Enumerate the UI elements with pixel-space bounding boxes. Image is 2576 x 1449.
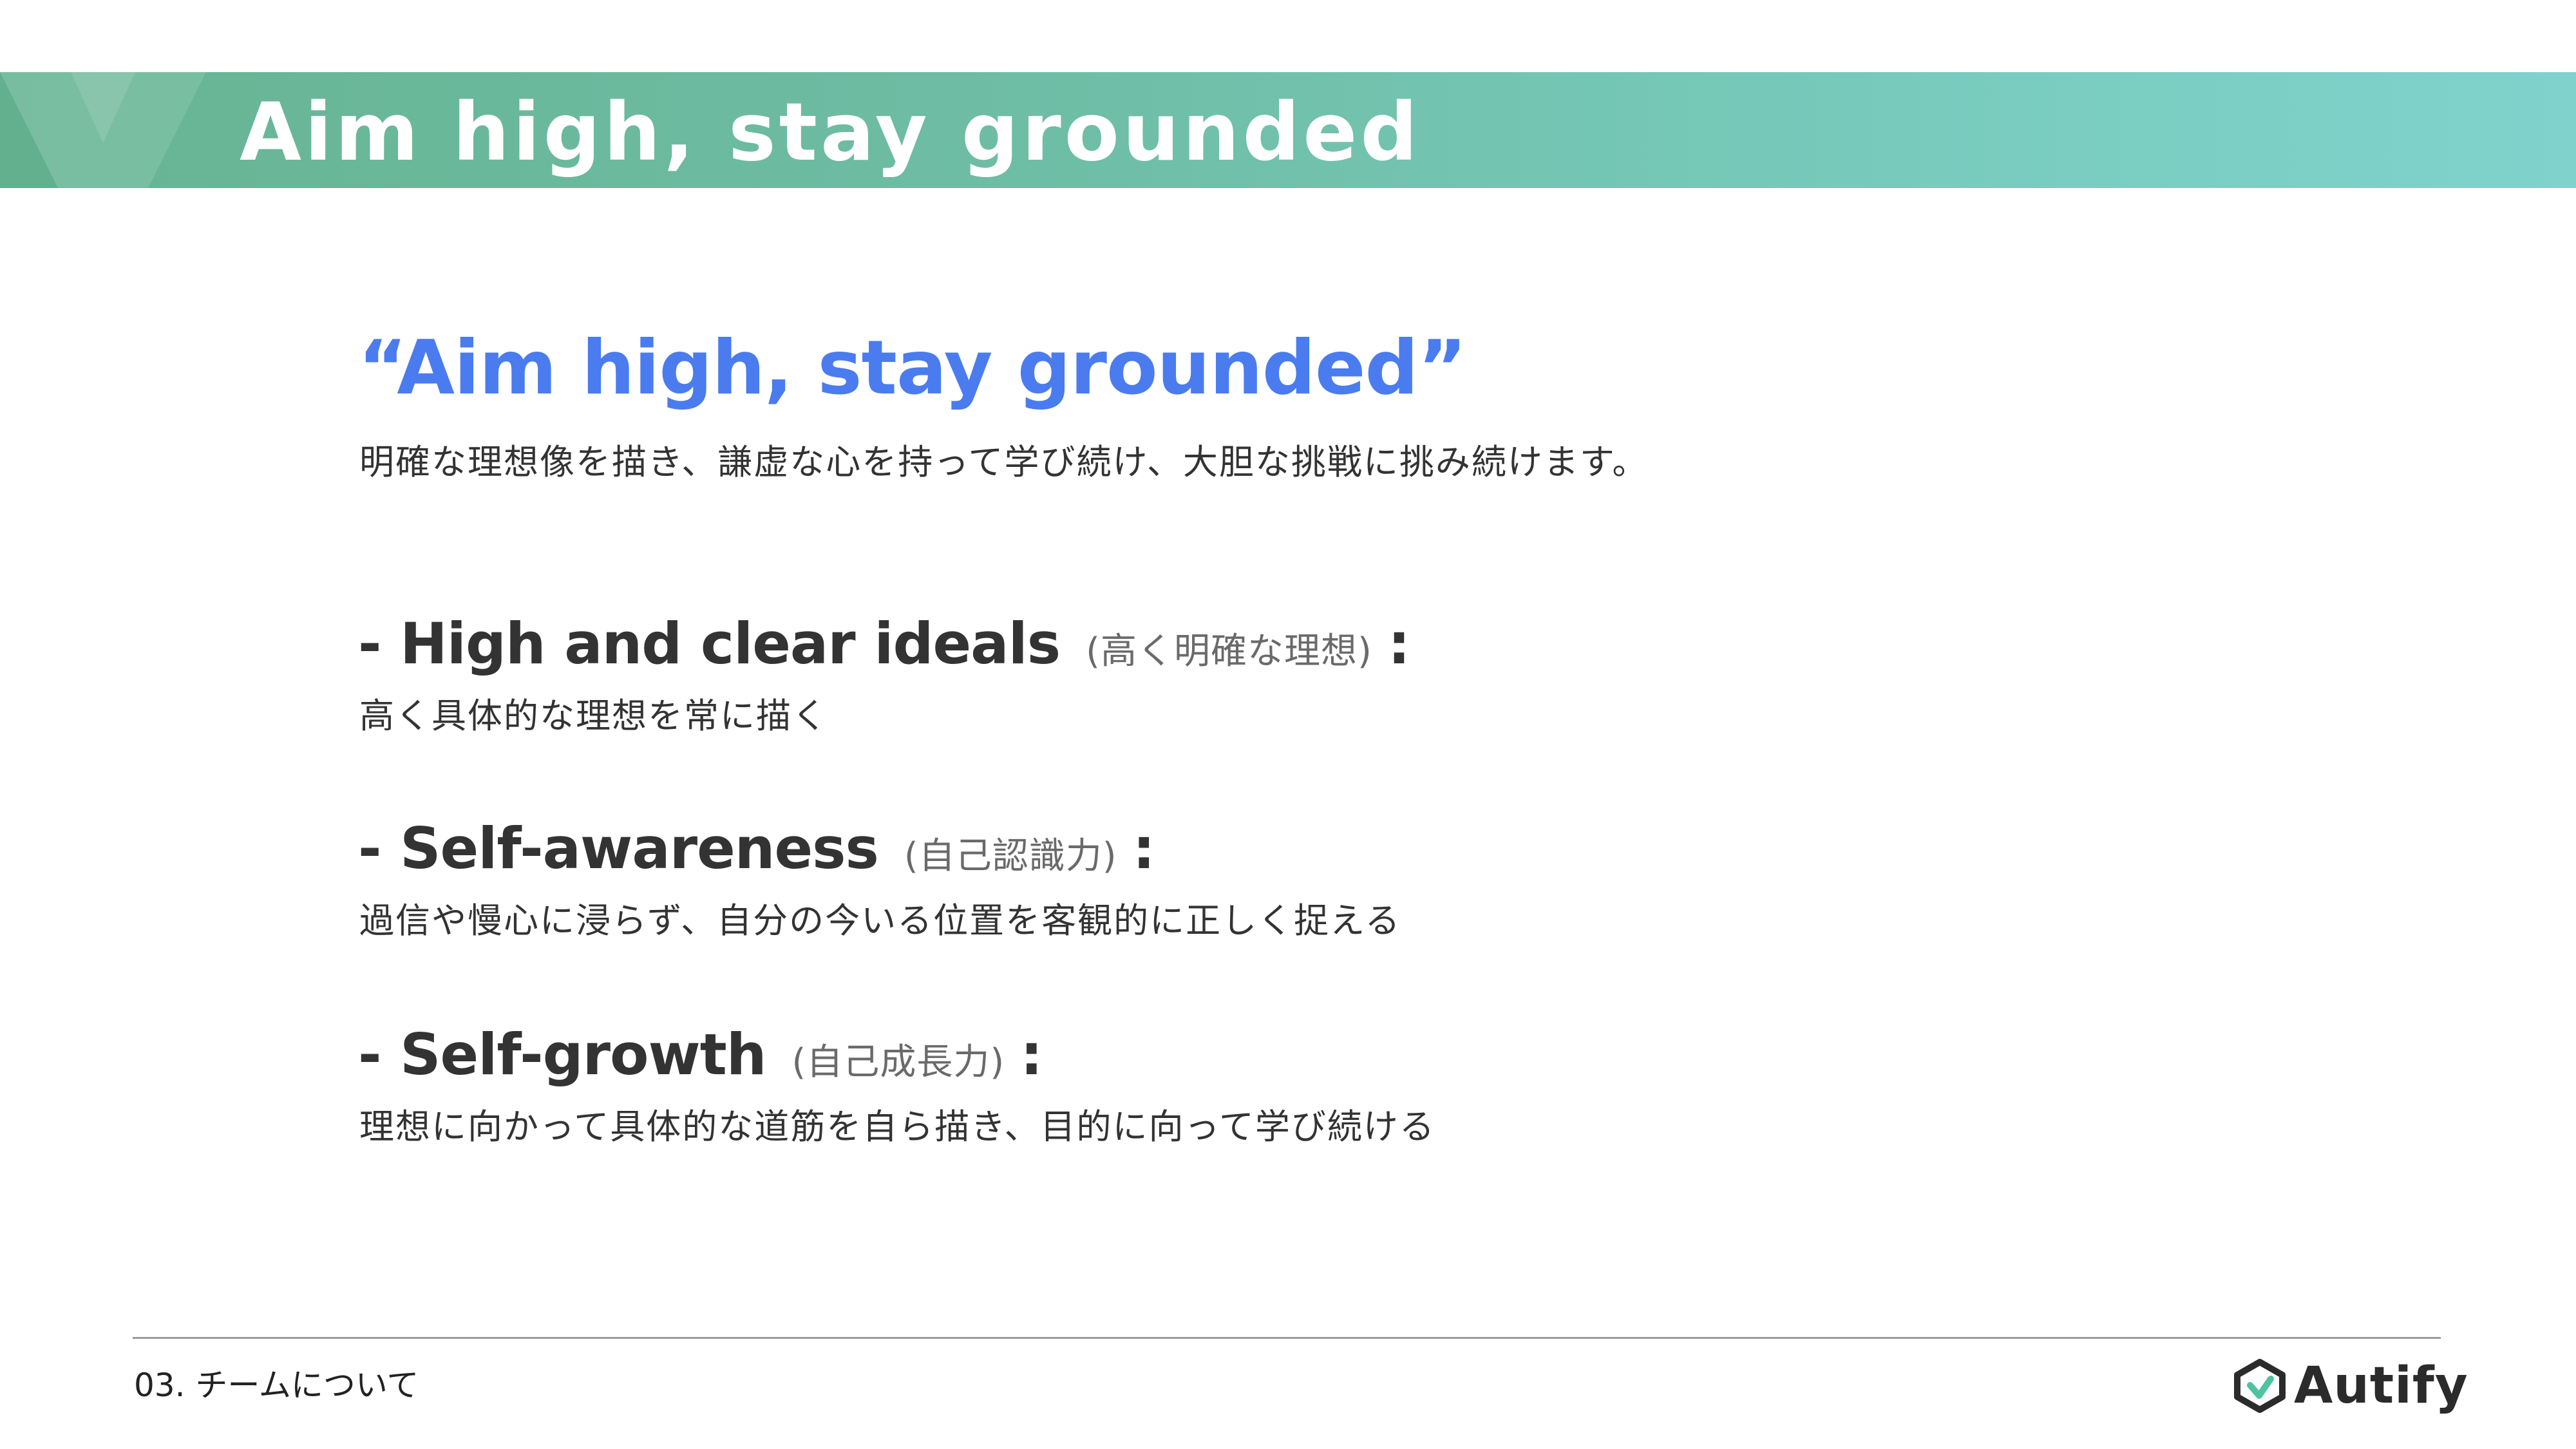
item-colon: : [1020,1021,1043,1088]
quote-description: 明確な理想像を描き、謙虚な心を持って学び続け、大胆な挑戦に挑み続けます。 [359,442,1649,482]
item-colon: : [1387,611,1410,677]
item-title: - Self-awareness [358,815,879,882]
footer-divider [133,1337,2441,1339]
header-band: Aim high, stay grounded [0,72,2576,188]
autify-logo: Autify [2232,1355,2468,1417]
item-title: - Self-growth [358,1021,767,1088]
item-heading-high-ideals: - High and clear ideals (高く明確な理想) : [358,605,1410,690]
item-heading-self-growth: - Self-growth (自己成長力) : [358,1016,1043,1101]
item-subtitle: (高く明確な理想) [1086,630,1372,672]
page-title: Aim high, stay grounded [240,86,1421,179]
item-colon: : [1132,815,1155,882]
item-heading-self-awareness: - Self-awareness (自己認識力) : [358,810,1155,895]
chevron-decoration-icon [0,72,206,188]
item-subtitle: (自己認識力) [904,835,1117,877]
item-description-high-ideals: 高く具体的な理想を常に描く [359,696,828,736]
item-description-self-awareness: 過信や慢心に浸らず、自分の今いる位置を客観的に正しく捉える [359,900,1401,941]
item-subtitle: (自己成長力) [791,1041,1005,1083]
item-title: - High and clear ideals [358,611,1061,677]
logo-text: Autify [2294,1357,2468,1415]
item-description-self-growth: 理想に向かって具体的な道筋を自ら描き、目的に向って学び続ける [359,1106,1435,1147]
autify-logo-icon [2234,1359,2286,1413]
quote-title: “Aim high, stay grounded” [358,325,1467,412]
footer-section-label: 03. チームについて [134,1367,419,1404]
